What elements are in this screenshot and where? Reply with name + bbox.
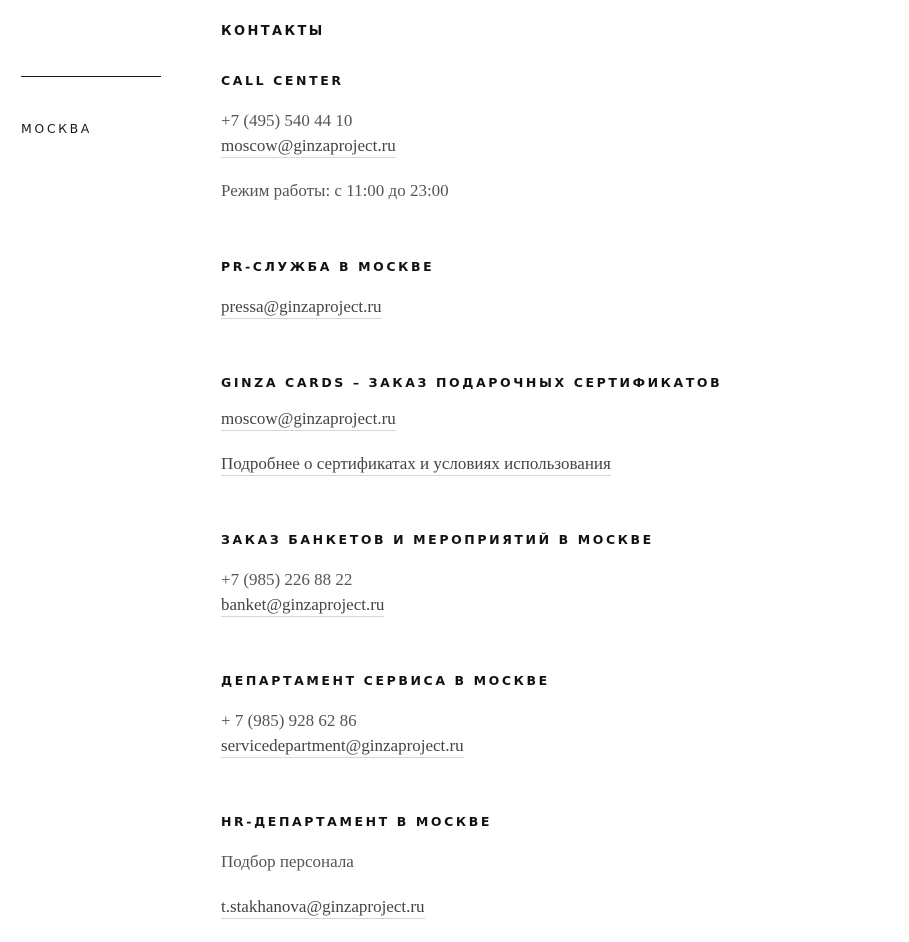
section-title-banquets: ЗАКАЗ БАНКЕТОВ И МЕРОПРИЯТИЙ В МОСКВЕ — [221, 532, 654, 547]
section-title-pr: PR-СЛУЖБА В МОСКВЕ — [221, 259, 435, 274]
hr-subtitle: Подбор персонала — [221, 852, 354, 871]
call-center-phone: +7 (495) 540 44 10 — [221, 111, 353, 130]
section-title-hr: HR-ДЕПАРТАМЕНТ В МОСКВЕ — [221, 814, 492, 829]
service-phone: + 7 (985) 928 62 86 — [221, 711, 357, 730]
section-title-call-center: CALL CENTER — [221, 73, 344, 88]
banquets-phone: +7 (985) 226 88 22 — [221, 570, 353, 589]
hr-email-link[interactable]: t.stakhanova@ginzaproject.ru — [221, 897, 425, 919]
cards-email-link[interactable]: moscow@ginzaproject.ru — [221, 409, 396, 431]
section-title-service: ДЕПАРТАМЕНТ СЕРВИСА В МОСКВЕ — [221, 673, 550, 688]
service-email-link[interactable]: servicedepartment@ginzaproject.ru — [221, 736, 464, 758]
sidebar-city-moscow[interactable]: МОСКВА — [21, 121, 92, 136]
cards-details-link[interactable]: Подробнее о сертификатах и условиях испо… — [221, 454, 611, 476]
sidebar-divider — [21, 76, 161, 77]
banquets-email-link[interactable]: banket@ginzaproject.ru — [221, 595, 385, 617]
section-title-ginza-cards: GINZA CARDS – ЗАКАЗ ПОДАРОЧНЫХ СЕРТИФИКА… — [221, 375, 723, 390]
pr-email-link[interactable]: pressa@ginzaproject.ru — [221, 297, 382, 319]
call-center-email-link[interactable]: moscow@ginzaproject.ru — [221, 136, 396, 158]
call-center-hours: Режим работы: с 11:00 до 23:00 — [221, 181, 449, 200]
page-title: КОНТАКТЫ — [221, 24, 325, 39]
